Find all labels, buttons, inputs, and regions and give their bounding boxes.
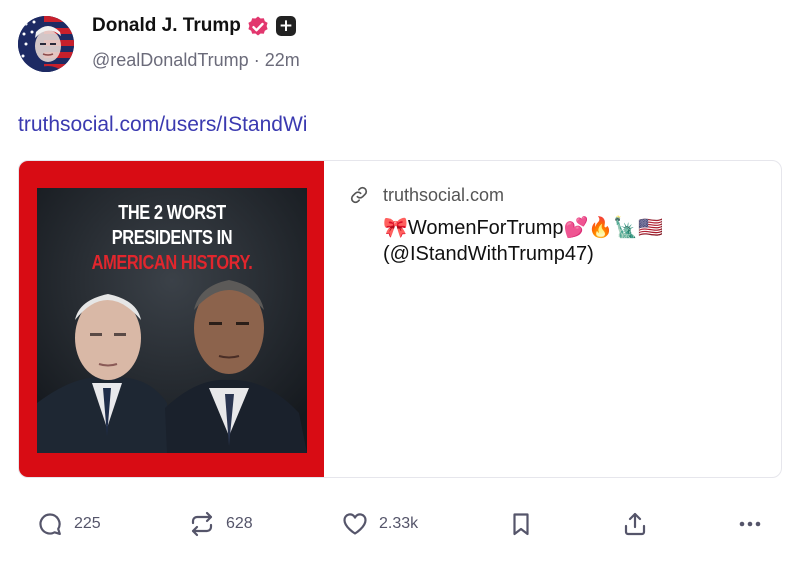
retruth-icon <box>191 511 213 537</box>
post-timestamp[interactable]: 22m <box>265 50 300 70</box>
retruth-button[interactable]: 628 <box>188 504 253 544</box>
avatar-flag-portrait <box>18 16 74 72</box>
headline-line-1: THE 2 WORST <box>118 202 226 224</box>
truth-post: Donald J. Trump + @realDonaldTrump · 22m… <box>0 0 800 563</box>
card-title: 🎀WomenForTrump💕🔥🗽🇺🇸 (@IStandWithTrump47) <box>383 215 769 267</box>
like-count: 2.33k <box>379 515 419 532</box>
reply-count: 225 <box>74 515 101 532</box>
share-button[interactable] <box>621 504 649 544</box>
bookmark-button[interactable] <box>507 504 535 544</box>
card-domain-row: truthsocial.com <box>349 183 769 207</box>
meta-separator: · <box>253 50 260 70</box>
verified-badge-icon <box>248 16 268 36</box>
author-handle[interactable]: @realDonaldTrump <box>92 50 249 70</box>
card-domain: truthsocial.com <box>383 184 505 205</box>
card-thumbnail: THE 2 WORST PRESIDENTS IN AMERICAN HISTO… <box>19 161 324 477</box>
retruth-count: 628 <box>226 515 253 532</box>
like-button[interactable]: 2.33k <box>341 504 418 544</box>
thumbnail-headline: THE 2 WORST PRESIDENTS IN AMERICAN HISTO… <box>61 201 282 276</box>
author-avatar[interactable] <box>18 16 74 72</box>
card-title-line-1: 🎀WomenForTrump💕🔥🗽🇺🇸 <box>383 217 664 239</box>
headline-line-3: AMERICAN HISTORY. <box>91 252 253 274</box>
more-icon <box>739 521 761 527</box>
headline-line-2: PRESIDENTS IN <box>111 227 233 249</box>
plus-badge-icon: + <box>276 16 296 36</box>
thumbnail-image: THE 2 WORST PRESIDENTS IN AMERICAN HISTO… <box>37 188 307 453</box>
more-options-button[interactable] <box>736 504 764 544</box>
link-preview-card[interactable]: THE 2 WORST PRESIDENTS IN AMERICAN HISTO… <box>18 160 782 478</box>
card-body: truthsocial.com 🎀WomenForTrump💕🔥🗽🇺🇸 (@IS… <box>349 183 769 267</box>
action-bar: 225 628 2.33k <box>0 504 800 544</box>
author-meta: @realDonaldTrump · 22m <box>92 50 300 71</box>
bookmark-icon <box>513 513 529 536</box>
link-icon <box>350 186 368 204</box>
share-icon <box>624 512 646 536</box>
card-title-line-2: (@IStandWithTrump47) <box>383 243 594 265</box>
reply-button[interactable]: 225 <box>36 504 101 544</box>
heart-icon <box>343 513 367 535</box>
author-name[interactable]: Donald J. Trump <box>92 15 241 37</box>
post-link[interactable]: truthsocial.com/users/IStandWi <box>18 113 307 137</box>
reply-icon <box>39 513 61 535</box>
